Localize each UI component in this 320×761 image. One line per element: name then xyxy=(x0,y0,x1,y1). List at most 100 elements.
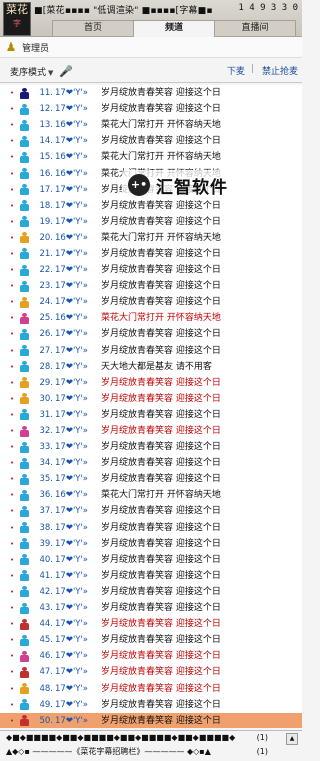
tab-home[interactable]: 首页 xyxy=(52,20,134,36)
user-name: 17❤'Y'» xyxy=(55,216,89,227)
mic-mode-label: 麦序模式 xyxy=(10,67,47,78)
list-item[interactable]: • 28. 17❤'Y'» 天大地大都是基友 请不用客 xyxy=(0,359,302,375)
scroll-up-arrow-icon[interactable]: ▲ xyxy=(286,733,298,745)
watermark-text: 汇智软件 xyxy=(156,177,228,198)
mic-status-icon: • xyxy=(10,716,15,725)
user-signature: 岁月绽放青春笑容 迎接这个日 xyxy=(101,474,221,485)
mic-status-icon: • xyxy=(10,346,15,355)
list-item[interactable]: • 31. 17❤'Y'» 岁月绽放青春笑容 迎接这个日 xyxy=(0,407,302,423)
list-item[interactable]: • 14. 17❤'Y'» 岁月绽放青春笑容 迎接这个日 xyxy=(0,133,302,149)
list-item[interactable]: • 13. 16❤'Y'» 菜花大门常打开 开怀容纳天地 xyxy=(0,117,302,133)
tab-channel[interactable]: 频道 xyxy=(133,20,215,37)
chevron-down-icon: ▼ xyxy=(48,68,54,77)
mic-mode-dropdown[interactable]: 麦序模式 ▼ xyxy=(10,65,53,78)
user-name: 17❤'Y'» xyxy=(55,538,89,549)
list-item[interactable]: • 24. 17❤'Y'» 岁月绽放青春笑容 迎接这个日 xyxy=(0,294,302,310)
queue-number: 15. xyxy=(39,152,53,163)
user-avatar-icon xyxy=(19,248,30,260)
list-item[interactable]: • 46. 17❤'Y'» 岁月绽放青春笑容 迎接这个日 xyxy=(0,648,302,664)
list-item[interactable]: • 25. 16❤'Y'» 菜花大门常打开 开怀容纳天地 xyxy=(0,310,302,326)
list-item[interactable]: • 38. 17❤'Y'» 岁月绽放青春笑容 迎接这个日 xyxy=(0,520,302,536)
room-number: 1 4 9 3 3 0 xyxy=(238,3,298,13)
admin-row[interactable]: ♟ 管理员 xyxy=(0,37,302,58)
user-avatar-icon xyxy=(19,312,30,324)
down-mic-button[interactable]: 下麦 xyxy=(227,64,245,77)
user-avatar-icon xyxy=(19,505,30,517)
queue-number: 18. xyxy=(39,200,53,211)
list-item[interactable]: • 30. 17❤'Y'» 岁月绽放青春笑容 迎接这个日 xyxy=(0,391,302,407)
user-signature: 岁月绽放青春笑容 迎接这个日 xyxy=(101,393,221,404)
user-avatar-icon xyxy=(19,473,30,485)
user-avatar-icon xyxy=(19,683,30,695)
sub-channel-label: ▲◆◇▪ —————《菜花字幕招聘栏》————— ◆◇▪▲ xyxy=(6,747,211,756)
queue-number: 28. xyxy=(39,361,53,372)
list-item[interactable]: • 26. 17❤'Y'» 岁月绽放青春笑容 迎接这个日 xyxy=(0,326,302,342)
user-name: 16❤'Y'» xyxy=(55,490,89,501)
user-name: 17❤'Y'» xyxy=(55,570,89,581)
user-name: 17❤'Y'» xyxy=(55,603,89,614)
mic-status-icon: • xyxy=(10,314,15,323)
user-avatar-icon xyxy=(19,650,30,662)
list-item[interactable]: • 29. 17❤'Y'» 岁月绽放青春笑容 迎接这个日 xyxy=(0,375,302,391)
list-item[interactable]: • 23. 17❤'Y'» 岁月绽放青春笑容 迎接这个日 xyxy=(0,278,302,294)
list-item[interactable]: • 34. 17❤'Y'» 岁月绽放青春笑容 迎接这个日 xyxy=(0,455,302,471)
user-signature: 菜花大门常打开 开怀容纳天地 xyxy=(101,152,221,163)
list-item[interactable]: • 33. 17❤'Y'» 岁月绽放青春笑容 迎接这个日 xyxy=(0,439,302,455)
list-item[interactable]: • 40. 17❤'Y'» 岁月绽放青春笑容 迎接这个日 xyxy=(0,552,302,568)
list-item[interactable]: • 18. 17❤'Y'» 岁月绽放青春笑容 迎接这个日 xyxy=(0,198,302,214)
user-signature: 岁月绽放青春笑容 迎接这个日 xyxy=(101,281,221,292)
user-signature: 岁月绽放青春笑容 迎接这个日 xyxy=(101,345,221,356)
list-item[interactable]: • 20. 16❤'Y'» 菜花大门常打开 开怀容纳天地 xyxy=(0,230,302,246)
user-name: 17❤'Y'» xyxy=(55,136,89,147)
sub-channel-row[interactable]: ▲◆◇▪ —————《菜花字幕招聘栏》————— ◆◇▪▲ (1) xyxy=(0,745,302,759)
list-item[interactable]: • 15. 16❤'Y'» 菜花大门常打开 开怀容纳天地 xyxy=(0,149,302,165)
mic-status-icon: • xyxy=(10,89,15,98)
sub-channel-row[interactable]: ◆■◆■■■■◆■■◆■■■■◆■■◆■■■■◆■■◆■■■■◆ (1) xyxy=(0,731,302,745)
user-avatar-icon xyxy=(19,457,30,469)
logo-text: 菜花 xyxy=(6,3,28,16)
list-item[interactable]: • 19. 17❤'Y'» 岁月绽放青春笑容 迎接这个日 xyxy=(0,214,302,230)
list-item[interactable]: • 42. 17❤'Y'» 岁月绽放青春笑容 迎接这个日 xyxy=(0,584,302,600)
list-item[interactable]: • 44. 17❤'Y'» 岁月绽放青春笑容 迎接这个日 xyxy=(0,616,302,632)
list-item[interactable]: • 12. 17❤'Y'» 岁月绽放青春笑容 迎接这个日 xyxy=(0,101,302,117)
list-item[interactable]: • 22. 17❤'Y'» 岁月绽放青春笑容 迎接这个日 xyxy=(0,262,302,278)
ban-grab-mic-button[interactable]: 禁止抢麦 xyxy=(262,64,298,77)
queue-number: 16. xyxy=(39,168,53,179)
mic-status-icon: • xyxy=(10,571,15,580)
user-avatar-icon xyxy=(19,119,30,131)
list-item[interactable]: • 35. 17❤'Y'» 岁月绽放青春笑容 迎接这个日 xyxy=(0,471,302,487)
mic-status-icon: • xyxy=(10,201,15,210)
user-signature: 菜花大门常打开 开怀容纳天地 xyxy=(101,490,221,501)
list-item[interactable]: • 37. 17❤'Y'» 岁月绽放青春笑容 迎接这个日 xyxy=(0,503,302,519)
list-item[interactable]: • 21. 17❤'Y'» 岁月绽放青春笑容 迎接这个日 xyxy=(0,246,302,262)
list-item[interactable]: • 27. 17❤'Y'» 岁月绽放青春笑容 迎接这个日 xyxy=(0,343,302,359)
list-item[interactable]: • 32. 17❤'Y'» 岁月绽放青春笑容 迎接这个日 xyxy=(0,423,302,439)
sub-channel-count: (1) xyxy=(256,747,268,756)
list-item[interactable]: • 50. 17❤'Y'» 岁月绽放青春笑容 迎接这个日 xyxy=(0,712,302,728)
queue-number: 45. xyxy=(39,635,53,646)
list-item[interactable]: • 11. 17❤'Y'» 岁月绽放青春笑容 迎接这个日 xyxy=(0,85,302,101)
user-name: 17❤'Y'» xyxy=(55,393,89,404)
list-item[interactable]: • 47. 17❤'Y'» 岁月绽放青春笑容 迎接这个日 xyxy=(0,664,302,680)
user-avatar-icon xyxy=(19,489,30,501)
mic-settings-icon[interactable]: 🎤 xyxy=(59,65,73,78)
list-item[interactable]: • 39. 17❤'Y'» 岁月绽放青春笑容 迎接这个日 xyxy=(0,536,302,552)
user-name: 16❤'Y'» xyxy=(55,313,89,324)
queue-number: 36. xyxy=(39,490,53,501)
mic-status-icon: • xyxy=(10,539,15,548)
user-signature: 岁月绽放青春笑容 迎接这个日 xyxy=(101,136,221,147)
queue-number: 30. xyxy=(39,393,53,404)
user-avatar-icon xyxy=(19,393,30,405)
list-item[interactable]: • 43. 17❤'Y'» 岁月绽放青春笑容 迎接这个日 xyxy=(0,600,302,616)
list-item[interactable]: • 45. 17❤'Y'» 岁月绽放青春笑容 迎接这个日 xyxy=(0,632,302,648)
tab-live-room[interactable]: 直播间 xyxy=(214,20,296,36)
list-item[interactable]: • 41. 17❤'Y'» 岁月绽放青春笑容 迎接这个日 xyxy=(0,568,302,584)
list-item[interactable]: • 36. 16❤'Y'» 菜花大门常打开 开怀容纳天地 xyxy=(0,487,302,503)
user-name: 17❤'Y'» xyxy=(55,586,89,597)
user-signature: 岁月绽放青春笑容 迎接这个日 xyxy=(101,667,221,678)
user-name: 17❤'Y'» xyxy=(55,409,89,420)
list-item[interactable]: • 48. 17❤'Y'» 岁月绽放青春笑容 迎接这个日 xyxy=(0,680,302,696)
user-signature: 岁月绽放青春笑容 迎接这个日 xyxy=(101,426,221,437)
user-name: 17❤'Y'» xyxy=(55,88,89,99)
list-item[interactable]: • 49. 17❤'Y'» 岁月绽放青春笑容 迎接这个日 xyxy=(0,697,302,713)
